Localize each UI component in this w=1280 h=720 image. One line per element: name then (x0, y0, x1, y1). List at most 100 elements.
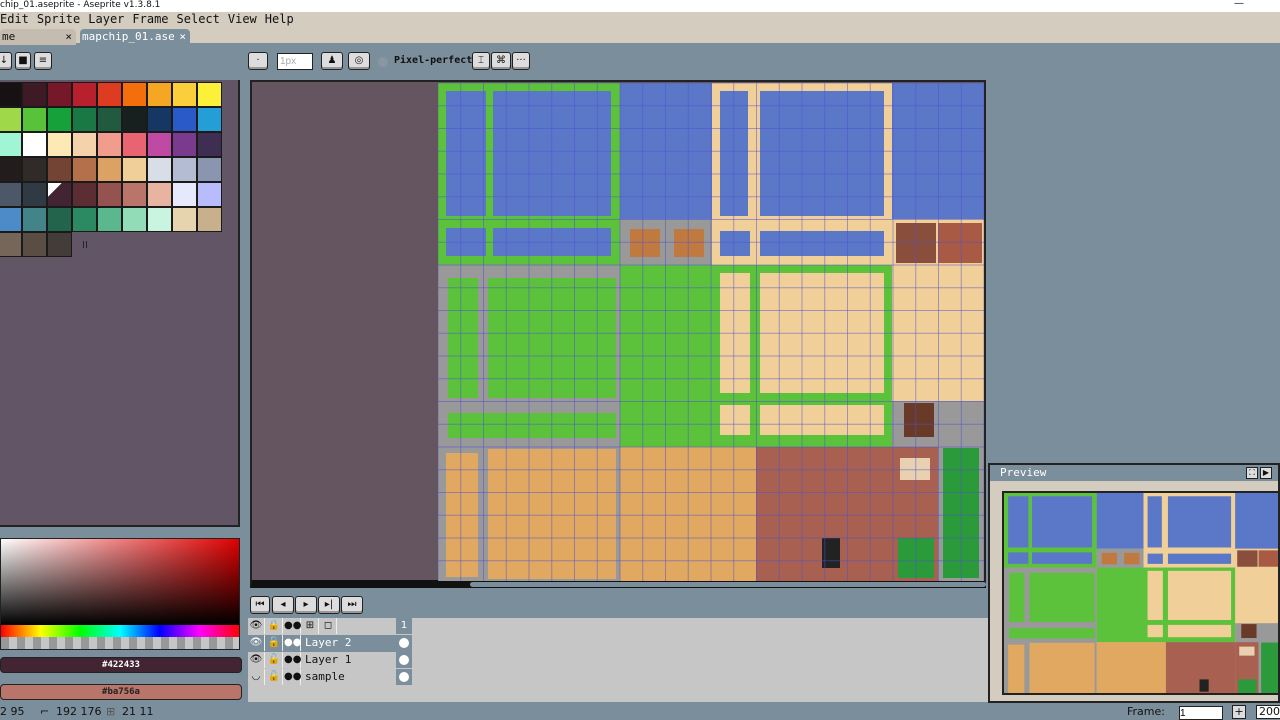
palette-swatch[interactable] (147, 82, 172, 107)
eye-closed-icon[interactable]: ◡ (248, 669, 265, 685)
menu-icon[interactable]: ≡ (34, 52, 52, 70)
palette-swatch[interactable] (172, 107, 197, 132)
palette-swatch[interactable] (147, 107, 172, 132)
palette-swatch[interactable] (172, 132, 197, 157)
arrow-down-icon[interactable]: ↓ (0, 52, 12, 70)
layer-name[interactable]: sample (302, 669, 394, 685)
ink-icon[interactable]: ♟ (321, 52, 343, 70)
palette-swatch[interactable] (147, 157, 172, 182)
frame-input[interactable] (1179, 706, 1223, 720)
palette-swatch[interactable] (197, 182, 222, 207)
palette-swatch[interactable] (172, 157, 197, 182)
eye-icon[interactable]: 👁 (248, 635, 265, 651)
palette-swatch[interactable] (122, 132, 147, 157)
zoom-field[interactable]: 200 (1256, 705, 1280, 719)
palette-swatch[interactable] (47, 82, 72, 107)
palette-swatch[interactable] (72, 157, 97, 182)
palette-swatch[interactable] (122, 182, 147, 207)
palette-swatch[interactable] (172, 182, 197, 207)
continuous-icon[interactable]: ●● (284, 652, 301, 668)
add-frame-button[interactable]: + (1232, 705, 1246, 719)
alpha-slider[interactable] (1, 637, 239, 649)
palette-swatch[interactable] (97, 207, 122, 232)
canvas-area[interactable] (250, 80, 986, 588)
symmetry-h-icon[interactable]: ⌶ (472, 52, 490, 70)
palette-swatch[interactable] (0, 82, 22, 107)
continuous-icon[interactable]: ●● (284, 635, 301, 651)
eye-icon[interactable]: 👁 (248, 618, 265, 634)
hue-slider[interactable] (1, 625, 239, 637)
frame-header[interactable]: 1 (396, 618, 412, 634)
palette-swatch[interactable] (97, 157, 122, 182)
menu-edit[interactable]: Edit (0, 12, 33, 28)
palette-swatch[interactable] (147, 207, 172, 232)
next-frame-button[interactable]: ▸| (318, 596, 340, 614)
layer-name[interactable]: Layer 1 (302, 652, 394, 668)
lock-icon[interactable]: 🔓 (266, 652, 283, 668)
palette-swatch[interactable] (22, 107, 47, 132)
lock-icon[interactable]: 🔒 (266, 618, 283, 634)
saturation-value-area[interactable] (1, 539, 239, 625)
menu-sprite[interactable]: Sprite (33, 12, 84, 28)
tab-mapchip[interactable]: mapchip_01.ase × (80, 29, 190, 45)
palette-swatch[interactable] (197, 107, 222, 132)
palette-swatch[interactable] (47, 232, 72, 257)
palette-swatch[interactable] (72, 132, 97, 157)
palette-swatch[interactable] (47, 207, 72, 232)
palette-swatch[interactable] (72, 182, 97, 207)
layer-options-icon[interactable]: ◻ (320, 618, 337, 634)
palette-swatch[interactable] (47, 157, 72, 182)
menu-help[interactable]: Help (261, 12, 298, 28)
link-cels-icon[interactable]: ⊞ (302, 618, 319, 634)
palette-swatch[interactable] (197, 132, 222, 157)
continuous-icon[interactable]: ●● (284, 618, 301, 634)
background-color-field[interactable]: #ba756a (0, 684, 242, 700)
layer-row[interactable]: 👁 🔓 ●● Layer 1 (248, 652, 412, 669)
tab-home[interactable]: me × (0, 29, 76, 45)
layer-name[interactable]: Layer 2 (302, 635, 394, 651)
palette-swatch[interactable] (0, 132, 22, 157)
symmetry-v-icon[interactable]: ⌘ (491, 52, 511, 70)
last-frame-button[interactable]: ⏭ (341, 596, 363, 614)
palette-swatch[interactable] (147, 182, 172, 207)
first-frame-button[interactable]: ⏮ (250, 596, 270, 614)
minimize-button[interactable]: — (1234, 0, 1244, 9)
palette-swatch[interactable] (47, 182, 72, 207)
palette-swatch[interactable] (0, 232, 22, 257)
palette-swatch[interactable] (22, 182, 47, 207)
palette-swatch[interactable] (122, 82, 147, 107)
palette-swatch[interactable] (72, 82, 97, 107)
sprite-canvas[interactable] (438, 83, 984, 581)
palette-swatch[interactable] (97, 107, 122, 132)
more-options-button[interactable]: ··· (512, 52, 530, 70)
menu-view[interactable]: View (224, 12, 261, 28)
lock-icon[interactable]: 🔓 (266, 669, 283, 685)
brush-type-button[interactable]: · (248, 52, 268, 70)
layer-row[interactable]: ◡ 🔓 ●● sample (248, 669, 412, 686)
menu-select[interactable]: Select (173, 12, 224, 28)
palette-swatch[interactable] (0, 182, 22, 207)
play-button[interactable]: ▸ (295, 596, 317, 614)
palette-swatch[interactable] (47, 132, 72, 157)
palette-swatch[interactable] (72, 107, 97, 132)
palette-swatch[interactable] (172, 82, 197, 107)
play-icon[interactable]: ▶ (1260, 467, 1272, 479)
cel[interactable] (396, 669, 412, 685)
pixel-perfect-checkbox[interactable] (378, 57, 388, 67)
palette-swatch[interactable] (147, 132, 172, 157)
close-icon[interactable]: × (179, 29, 186, 44)
palette-swatch[interactable] (97, 132, 122, 157)
palette-swatch[interactable] (122, 207, 147, 232)
close-icon[interactable]: × (65, 29, 72, 44)
fit-icon[interactable]: ⛶ (1246, 467, 1258, 479)
lock-icon[interactable]: 🔓 (266, 635, 283, 651)
previous-frame-button[interactable]: ◂ (272, 596, 294, 614)
menu-frame[interactable]: Frame (128, 12, 172, 28)
cel[interactable] (396, 635, 412, 651)
continuous-icon[interactable]: ●● (284, 669, 301, 685)
square-icon[interactable]: ■ (15, 52, 31, 70)
palette-swatch[interactable] (197, 157, 222, 182)
palette-swatch[interactable] (0, 207, 22, 232)
palette-swatch[interactable] (22, 132, 47, 157)
brush-size-input[interactable] (277, 53, 313, 70)
